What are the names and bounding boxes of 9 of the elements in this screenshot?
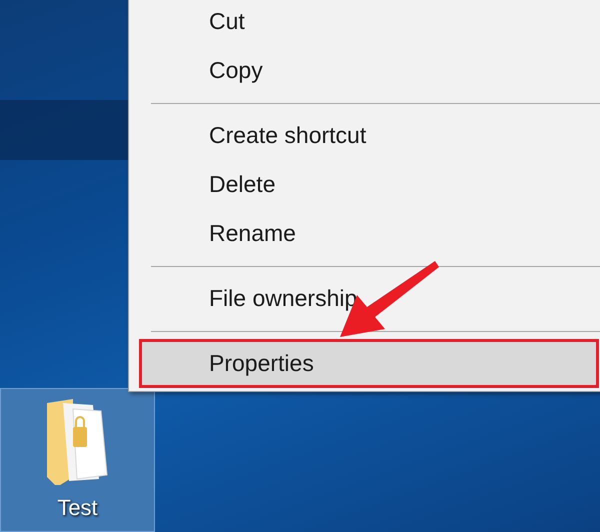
menu-item[interactable]: Cut (139, 0, 599, 46)
icon-label: Test (57, 494, 98, 522)
menu-item[interactable]: Copy (139, 46, 599, 95)
menu-item[interactable]: Rename (139, 209, 599, 258)
menu-item[interactable]: Properties (139, 339, 599, 388)
menu-item[interactable]: Create shortcut (139, 111, 599, 160)
menu-item[interactable]: Delete (139, 160, 599, 209)
menu-item[interactable]: File ownership (139, 274, 599, 323)
desktop-icon[interactable]: Test (0, 388, 155, 532)
